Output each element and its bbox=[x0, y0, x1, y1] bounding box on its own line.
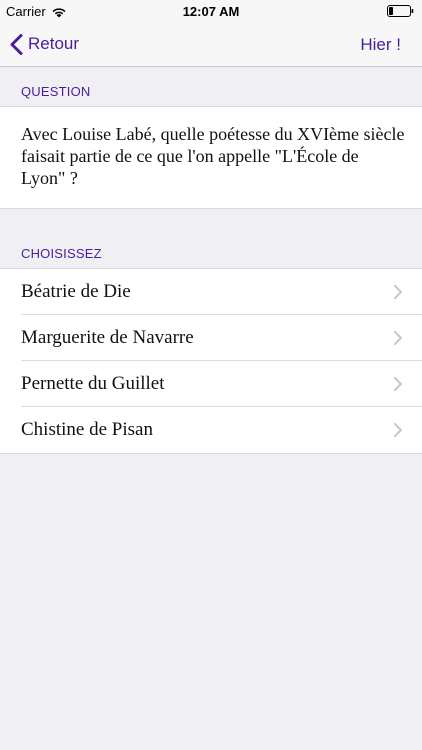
choice-row-4[interactable]: Chistine de Pisan bbox=[0, 407, 422, 453]
question-card: Avec Louise Labé, quelle poétesse du XVI… bbox=[0, 106, 422, 209]
status-bar: Carrier 12:07 AM bbox=[0, 0, 422, 22]
chevron-right-icon bbox=[394, 423, 402, 437]
question-text: Avec Louise Labé, quelle poétesse du XVI… bbox=[21, 124, 405, 188]
battery-icon bbox=[387, 5, 414, 17]
chevron-left-icon bbox=[10, 33, 23, 55]
choice-label: Pernette du Guillet bbox=[21, 373, 165, 394]
choice-label: Béatrie de Die bbox=[21, 281, 131, 302]
choice-row-2[interactable]: Marguerite de Navarre bbox=[0, 315, 422, 361]
choice-row-1[interactable]: Béatrie de Die bbox=[0, 269, 422, 315]
status-time: 12:07 AM bbox=[182, 4, 240, 19]
choice-label: Chistine de Pisan bbox=[21, 419, 153, 440]
back-button[interactable]: Retour bbox=[10, 30, 79, 58]
chevron-right-icon bbox=[394, 331, 402, 345]
back-button-label: Retour bbox=[28, 34, 80, 53]
choice-label: Marguerite de Navarre bbox=[21, 327, 194, 348]
chevron-right-icon bbox=[394, 377, 402, 391]
choice-row-3[interactable]: Pernette du Guillet bbox=[0, 361, 422, 407]
yesterday-button[interactable]: Hier ! bbox=[360, 35, 401, 55]
choices-section-header: CHOISISSEZ bbox=[21, 246, 102, 261]
navigation-bar: Retour Hier ! bbox=[0, 22, 422, 67]
question-section-header: QUESTION bbox=[21, 84, 91, 99]
chevron-right-icon bbox=[394, 285, 402, 299]
choices-list: Béatrie de Die Marguerite de Navarre Per… bbox=[0, 268, 422, 454]
